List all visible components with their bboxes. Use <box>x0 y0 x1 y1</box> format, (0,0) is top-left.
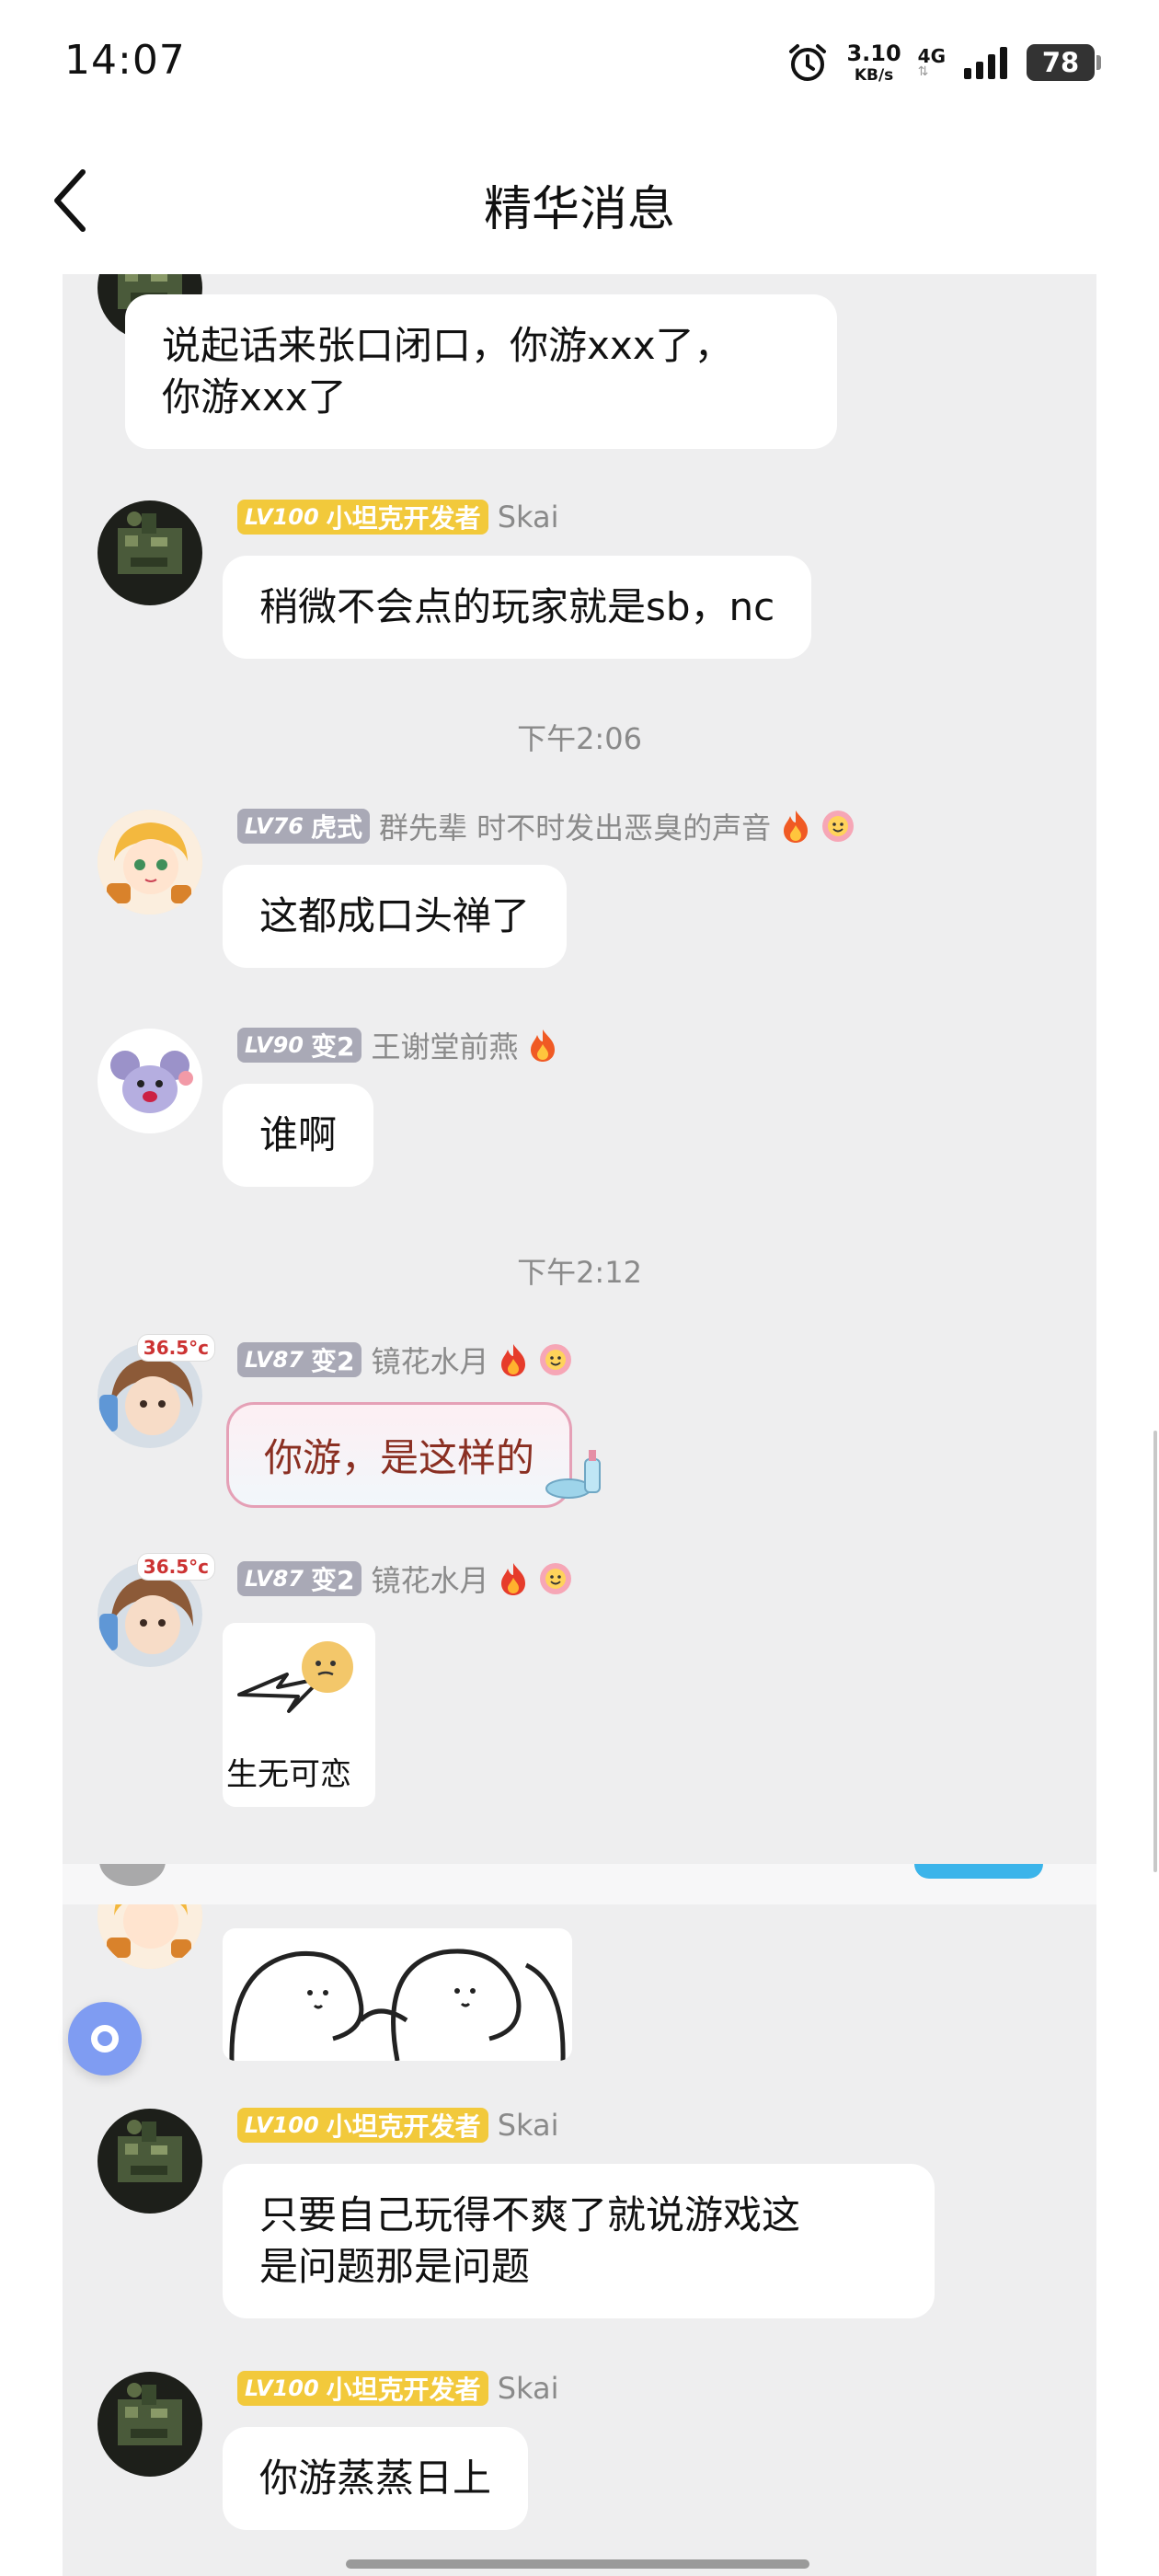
message-meta: LV100 小坦克开发者 Skai <box>237 2105 558 2145</box>
net-speed-unit: KB/s <box>854 65 894 85</box>
level-title: 小坦克开发者 <box>326 2375 481 2405</box>
battery-level: 78 <box>1041 47 1080 78</box>
mouse-avatar-icon <box>98 1029 202 1133</box>
message-meta: LV87 变2 镜花水月 <box>237 1340 573 1380</box>
fire-icon <box>531 1029 556 1062</box>
sender-name[interactable]: 王谢堂前燕 <box>371 1024 518 1066</box>
net-speed: 3.10 KB/s <box>846 42 901 84</box>
status-bar: 14:07 3.10 KB/s 4G ⇅ 78 <box>0 0 1159 129</box>
message-bubble[interactable]: 说起话来张口闭口，你游xxx了， 你游xxx了 <box>125 294 837 449</box>
level-title: 小坦克开发者 <box>326 503 481 534</box>
time-separator: 下午2:12 <box>517 1255 642 1290</box>
floating-assistant-button[interactable] <box>68 2002 142 2076</box>
time-separator: 下午2:06 <box>517 721 642 756</box>
level-value: LV100 <box>245 2112 319 2138</box>
sticker-message[interactable]: 生无可恋 <box>223 1623 375 1807</box>
soap-bottle-icon <box>545 1450 601 1499</box>
sticker-caption: 生无可恋 <box>226 1756 351 1793</box>
message-meta: LV100 小坦克开发者 Skai <box>237 2368 558 2409</box>
level-title: 虎式 <box>310 812 362 843</box>
message-bubble[interactable]: 稍微不会点的玩家就是sb，nc <box>223 556 812 659</box>
signal-icon <box>964 47 1007 79</box>
level-title: 变2 <box>310 1565 355 1595</box>
page-title: 精华消息 <box>483 182 675 237</box>
ring-icon <box>91 2025 119 2053</box>
message-bubble[interactable]: 这都成口头禅了 <box>223 865 568 968</box>
sender-name[interactable]: 镜花水月 <box>371 1339 488 1381</box>
avatar-anime-girl[interactable] <box>98 1904 202 1969</box>
anime-avatar-icon <box>98 810 202 914</box>
avatar-cartoon-mouse[interactable] <box>98 1029 202 1133</box>
message-meta: LV87 变2 镜花水月 <box>237 1558 573 1599</box>
battery-icon: 78 <box>1027 44 1101 81</box>
net-speed-value: 3.10 <box>846 40 901 66</box>
data-arrows-icon: ⇅ <box>917 64 929 79</box>
partial-avatar <box>99 1864 166 1886</box>
scrollbar[interactable] <box>1153 1431 1157 1872</box>
message-meta: LV100 小坦克开发者 Skai <box>237 497 558 537</box>
fire-icon <box>501 1344 526 1376</box>
tank-avatar-icon <box>98 500 202 605</box>
level-value: LV100 <box>245 504 319 530</box>
avatar-anime-girl[interactable] <box>98 810 202 914</box>
flying-face-sticker-icon <box>237 1641 353 1713</box>
avatar-thermometer-girl[interactable]: 36.5°c <box>98 1334 215 1448</box>
status-time: 14:07 <box>64 37 186 84</box>
sender-name[interactable]: Skai <box>498 2108 559 2143</box>
level-badge: LV100 小坦克开发者 <box>237 2108 488 2143</box>
avatar-skai[interactable] <box>98 500 202 605</box>
network-indicator: 4G ⇅ <box>918 47 946 78</box>
sender-name[interactable]: 群先辈 时不时发出恶臭的声音 <box>379 805 771 847</box>
chat-message-list[interactable]: 说起话来张口闭口，你游xxx了， 你游xxx了 LV100 小坦克开发者 Ska… <box>63 274 1096 1864</box>
level-value: LV100 <box>245 2375 319 2401</box>
level-badge: LV100 小坦克开发者 <box>237 2371 488 2406</box>
avatar-temperature-badge: 36.5°c <box>136 1334 215 1362</box>
sender-name[interactable]: Skai <box>498 500 559 535</box>
avatar-skai[interactable] <box>98 2372 202 2477</box>
level-badge: LV87 变2 <box>237 1561 362 1596</box>
message-bubble[interactable]: 你游蒸蒸日上 <box>223 2427 529 2530</box>
network-type: 4G <box>917 45 946 67</box>
level-value: LV90 <box>245 1032 304 1058</box>
fire-icon <box>784 811 809 843</box>
sender-name[interactable]: Skai <box>498 2371 559 2406</box>
level-title: 小坦克开发者 <box>326 2111 481 2142</box>
sticker-message[interactable] <box>223 1928 572 2061</box>
smile-badge-icon <box>822 811 855 842</box>
smile-badge-icon <box>540 1563 572 1594</box>
avatar-skai[interactable] <box>98 2109 202 2214</box>
chat-message-list-continued[interactable]: LV100 小坦克开发者 Skai 只要自己玩得不爽了就说游戏这 是问题那是问题… <box>63 1904 1096 2576</box>
sender-name[interactable]: 镜花水月 <box>371 1558 488 1600</box>
two-bears-sticker-icon <box>229 1949 566 2061</box>
level-badge: LV100 小坦克开发者 <box>237 500 488 535</box>
fire-icon <box>501 1563 526 1595</box>
partial-blue-button <box>914 1864 1043 1879</box>
level-badge: LV90 变2 <box>237 1028 362 1063</box>
level-value: LV87 <box>245 1566 304 1592</box>
decorated-message-bubble[interactable]: 你游，是这样的 <box>226 1402 573 1508</box>
scroll-seam <box>63 1864 1096 1904</box>
level-title: 变2 <box>310 1346 355 1376</box>
status-right-group: 3.10 KB/s 4G ⇅ 78 <box>786 37 1101 88</box>
message-meta: LV90 变2 王谢堂前燕 <box>237 1025 558 1065</box>
title-bar: 精华消息 <box>0 129 1159 274</box>
alarm-icon <box>789 44 827 81</box>
tank-avatar-icon <box>98 2109 202 2214</box>
level-badge: LV76 虎式 <box>237 809 370 844</box>
message-bubble[interactable]: 只要自己玩得不爽了就说游戏这 是问题那是问题 <box>223 2164 935 2318</box>
level-value: LV87 <box>245 1347 304 1373</box>
smile-badge-icon <box>540 1344 572 1375</box>
tank-avatar-icon <box>98 2372 202 2477</box>
anime-avatar-icon <box>98 1904 202 1969</box>
level-value: LV76 <box>245 813 304 839</box>
message-bubble[interactable]: 谁啊 <box>223 1084 374 1187</box>
message-meta: LV76 虎式 群先辈 时不时发出恶臭的声音 <box>237 806 855 846</box>
level-title: 变2 <box>310 1031 355 1062</box>
home-indicator[interactable] <box>346 2559 809 2569</box>
level-badge: LV87 变2 <box>237 1342 362 1377</box>
avatar-temperature-badge: 36.5°c <box>136 1553 215 1581</box>
avatar-thermometer-girl[interactable]: 36.5°c <box>98 1553 215 1667</box>
